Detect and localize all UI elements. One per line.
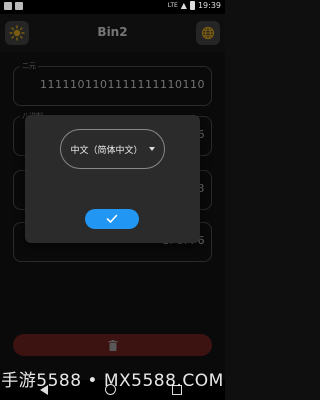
language-dialog: 中文（简体中文） <box>25 115 200 243</box>
clock: 19:39 <box>197 1 221 10</box>
status-bar: LTE ▲ 19:39 <box>0 0 225 14</box>
check-icon <box>106 214 118 223</box>
status-right: LTE ▲ 19:39 <box>168 1 221 10</box>
network-label: LTE <box>167 2 178 9</box>
confirm-button[interactable] <box>85 209 139 229</box>
sd-card-icon <box>15 2 23 10</box>
chevron-down-icon <box>148 147 155 151</box>
watermark: 手游5588 • MX5588.COM <box>1 371 224 391</box>
battery-icon <box>189 1 195 10</box>
language-select[interactable]: 中文（简体中文） <box>60 129 165 169</box>
language-select-value: 中文（简体中文） <box>70 145 143 156</box>
signal-icon: ▲ <box>180 1 187 10</box>
notification-icons <box>4 2 23 10</box>
notification-icon <box>4 2 12 10</box>
